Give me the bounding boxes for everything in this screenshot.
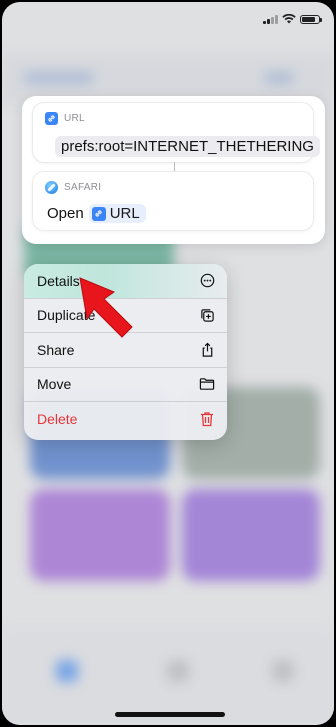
status-bar xyxy=(263,14,322,24)
share-icon xyxy=(199,342,215,358)
url-action-header: URL xyxy=(64,113,85,124)
url-variable-token[interactable]: URL xyxy=(88,204,146,223)
safari-action-header: SAFARI xyxy=(64,182,102,193)
home-indicator[interactable] xyxy=(115,712,225,717)
menu-item-label: Share xyxy=(37,341,75,358)
red-pointer-arrow-icon xyxy=(79,277,133,338)
cellular-signal-icon xyxy=(263,14,278,24)
ellipsis-circle-icon xyxy=(199,273,215,289)
folder-icon xyxy=(199,376,215,392)
menu-item-move[interactable]: Move xyxy=(24,368,227,402)
menu-item-label: Delete xyxy=(37,411,78,428)
link-icon xyxy=(91,206,106,221)
safari-icon xyxy=(45,181,58,194)
trash-icon xyxy=(199,411,215,427)
open-verb: Open xyxy=(47,205,84,222)
menu-item-delete[interactable]: Delete xyxy=(24,402,227,437)
url-token-label: URL xyxy=(109,205,140,222)
url-value-field[interactable]: prefs:root=INTERNET_THETHERING xyxy=(55,136,320,157)
wifi-icon xyxy=(282,14,296,24)
phone-screen: URL prefs:root=INTERNET_THETHERING SAFAR… xyxy=(2,2,334,725)
battery-icon xyxy=(300,14,322,24)
shortcut-preview-card[interactable]: URL prefs:root=INTERNET_THETHERING SAFAR… xyxy=(22,96,325,244)
menu-item-label: Move xyxy=(37,376,72,393)
action-connector xyxy=(174,162,175,172)
plus-square-on-square-icon xyxy=(199,307,215,323)
link-icon xyxy=(45,112,58,125)
safari-action-block[interactable]: SAFARI Open URL xyxy=(33,172,313,230)
url-action-block[interactable]: URL prefs:root=INTERNET_THETHERING xyxy=(33,103,320,162)
